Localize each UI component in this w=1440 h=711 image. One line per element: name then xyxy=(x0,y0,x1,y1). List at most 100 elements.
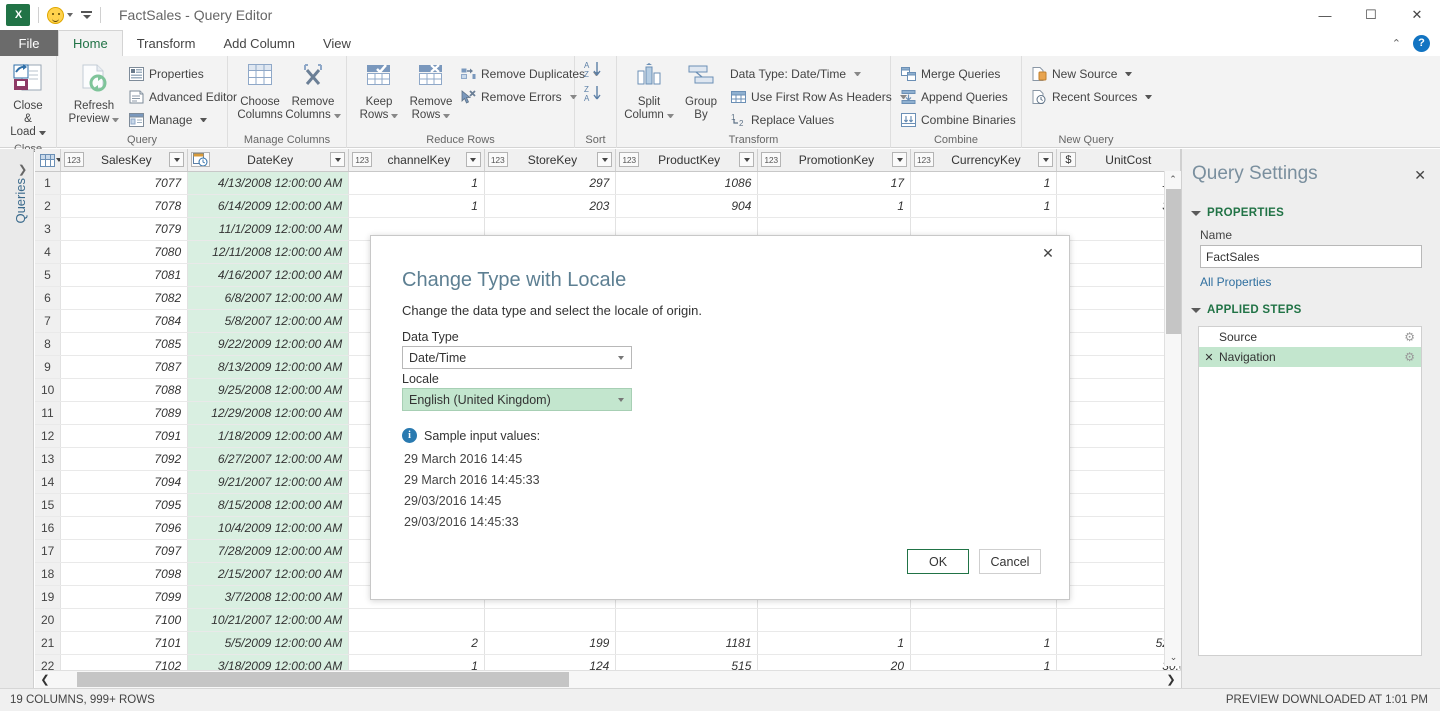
tab-file[interactable]: File xyxy=(0,30,58,56)
row-number[interactable]: 16 xyxy=(35,516,61,540)
table-cell[interactable]: 1 xyxy=(757,631,912,655)
grid-vertical-scrollbar[interactable]: ⌃ ⌄ xyxy=(1164,171,1181,666)
row-number[interactable]: 9 xyxy=(35,355,61,379)
table-cell[interactable]: 7100 xyxy=(60,608,189,632)
tab-home[interactable]: Home xyxy=(58,30,123,56)
table-cell[interactable]: 1 xyxy=(910,194,1058,218)
cancel-button[interactable]: Cancel xyxy=(979,549,1041,574)
table-cell[interactable] xyxy=(1056,447,1180,471)
merge-queries-button[interactable]: Merge Queries xyxy=(897,63,1022,84)
table-cell[interactable] xyxy=(1056,401,1180,425)
table-cell[interactable]: 12/11/2008 12:00:00 AM xyxy=(187,240,350,264)
table-cell[interactable]: 7078 xyxy=(60,194,189,218)
table-cell[interactable] xyxy=(1056,309,1180,333)
table-cell[interactable]: 7077 xyxy=(60,171,189,195)
row-number[interactable]: 12 xyxy=(35,424,61,448)
recent-sources-caret-icon[interactable] xyxy=(1145,94,1153,99)
column-header-promotionkey[interactable]: 123 PromotionKey xyxy=(757,149,912,172)
data-type-select[interactable]: Date/Time xyxy=(402,346,632,369)
table-cell[interactable]: 1 xyxy=(348,171,485,195)
table-cell[interactable]: 9/25/2008 12:00:00 AM xyxy=(187,378,350,402)
table-cell[interactable] xyxy=(1056,608,1180,632)
refresh-preview-caret-icon[interactable] xyxy=(112,117,120,122)
table-cell[interactable]: 199 xyxy=(484,631,617,655)
table-cell[interactable] xyxy=(1056,424,1180,448)
table-cell[interactable]: 1181 xyxy=(615,631,759,655)
dialog-close-icon[interactable]: ✕ xyxy=(1037,242,1059,264)
remove-rows-button[interactable]: Remove Rows xyxy=(405,61,457,124)
recent-sources-button[interactable]: Recent Sources xyxy=(1028,86,1158,107)
table-cell[interactable]: 6/27/2007 12:00:00 AM xyxy=(187,447,350,471)
vertical-scrollbar-thumb[interactable] xyxy=(1166,189,1181,334)
table-cell[interactable]: 7096 xyxy=(60,516,189,540)
split-column-button[interactable]: Split Column xyxy=(623,61,675,124)
applied-steps-section-header[interactable]: APPLIED STEPS xyxy=(1191,304,1302,316)
table-cell[interactable] xyxy=(1056,585,1180,609)
table-cell[interactable]: 4/16/2007 12:00:00 AM xyxy=(187,263,350,287)
column-header-unitcost[interactable]: $ UnitCost xyxy=(1056,149,1180,172)
table-cell[interactable]: 4/13/2008 12:00:00 AM xyxy=(187,171,350,195)
grid-corner-button[interactable] xyxy=(35,149,61,172)
chevron-down-icon[interactable] xyxy=(611,397,631,402)
grid-horizontal-scrollbar[interactable]: ❮ ❯ xyxy=(35,670,1181,688)
table-cell[interactable] xyxy=(1056,562,1180,586)
keep-rows-button[interactable]: Keep Rows xyxy=(353,61,405,124)
table-cell[interactable] xyxy=(1056,240,1180,264)
row-number[interactable]: 4 xyxy=(35,240,61,264)
row-number[interactable]: 2 xyxy=(35,194,61,218)
table-cell[interactable]: 9/21/2007 12:00:00 AM xyxy=(187,470,350,494)
column-filter-dropdown-icon[interactable] xyxy=(1038,152,1054,168)
applied-step-navigation[interactable]: ✕ Navigation ⚙ xyxy=(1199,347,1421,367)
advanced-editor-button[interactable]: Advanced Editor xyxy=(125,86,243,107)
table-cell[interactable]: 7087 xyxy=(60,355,189,379)
column-filter-dropdown-icon[interactable] xyxy=(330,152,346,168)
table-cell[interactable] xyxy=(1056,286,1180,310)
remove-columns-button[interactable]: Remove Columns xyxy=(285,61,341,124)
sort-descending-icon[interactable]: Z A xyxy=(583,84,609,105)
table-cell[interactable]: 8/15/2008 12:00:00 AM xyxy=(187,493,350,517)
column-header-productkey[interactable]: 123 ProductKey xyxy=(615,149,759,172)
tab-add-column[interactable]: Add Column xyxy=(209,30,309,56)
horizontal-scrollbar-thumb[interactable] xyxy=(77,671,569,687)
ok-button[interactable]: OK xyxy=(907,549,969,574)
row-number[interactable]: 1 xyxy=(35,171,61,195)
table-cell[interactable]: 7094 xyxy=(60,470,189,494)
table-cell[interactable]: 1 xyxy=(348,194,485,218)
column-header-currencykey[interactable]: 123 CurrencyKey xyxy=(910,149,1058,172)
chevron-down-icon[interactable] xyxy=(611,355,631,360)
queries-pane-collapsed[interactable] xyxy=(0,149,34,688)
table-cell[interactable]: 17 xyxy=(757,171,912,195)
table-cell[interactable]: 1 xyxy=(910,171,1058,195)
smiley-dropdown-caret-icon[interactable] xyxy=(67,13,73,17)
table-cell[interactable]: 1086 xyxy=(615,171,759,195)
row-number[interactable]: 21 xyxy=(35,631,61,655)
table-cell[interactable]: 297 xyxy=(484,171,617,195)
row-number[interactable]: 14 xyxy=(35,470,61,494)
group-by-button[interactable]: Group By xyxy=(675,61,727,124)
use-first-row-as-headers-button[interactable]: Use First Row As Headers xyxy=(727,86,913,107)
table-cell[interactable]: 7091 xyxy=(60,424,189,448)
table-cell[interactable]: 7095 xyxy=(60,493,189,517)
table-cell[interactable]: 139.8 xyxy=(1056,171,1180,195)
smiley-face-icon[interactable] xyxy=(47,6,64,24)
chevron-right-icon[interactable]: ❯ xyxy=(18,163,27,176)
step-delete-icon[interactable]: ✕ xyxy=(1203,351,1215,364)
tab-transform[interactable]: Transform xyxy=(123,30,210,56)
scroll-right-arrow-icon[interactable]: ❯ xyxy=(1161,673,1181,686)
quick-access-toolbar-dropdown[interactable] xyxy=(81,11,92,19)
collapse-ribbon-icon[interactable]: ⌃ xyxy=(1392,37,1401,50)
maximize-button[interactable]: ☐ xyxy=(1348,0,1394,30)
column-header-datekey[interactable]: DateKey xyxy=(187,149,350,172)
table-cell[interactable]: 10/4/2009 12:00:00 AM xyxy=(187,516,350,540)
table-cell[interactable] xyxy=(910,608,1058,632)
table-cell[interactable]: 7092 xyxy=(60,447,189,471)
table-cell[interactable]: 2 xyxy=(348,631,485,655)
row-number[interactable]: 11 xyxy=(35,401,61,425)
minimize-button[interactable]: — xyxy=(1302,0,1348,30)
scroll-up-arrow-icon[interactable]: ⌃ xyxy=(1165,171,1181,188)
table-cell[interactable]: 7099 xyxy=(60,585,189,609)
table-cell[interactable]: 11/1/2009 12:00:00 AM xyxy=(187,217,350,241)
horizontal-scrollbar-track[interactable] xyxy=(55,671,1161,689)
table-cell[interactable]: 7081 xyxy=(60,263,189,287)
properties-section-header[interactable]: PROPERTIES xyxy=(1191,207,1284,219)
